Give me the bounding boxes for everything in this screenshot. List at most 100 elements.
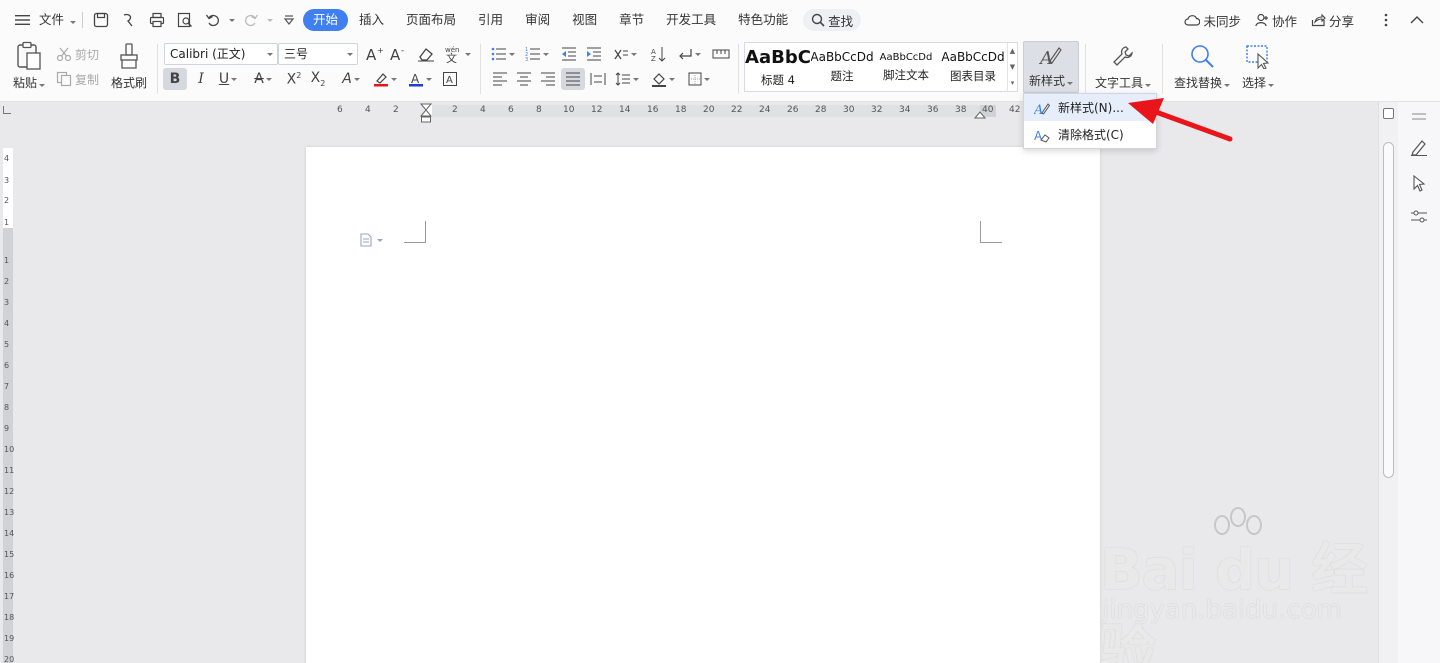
align-right-icon[interactable] [536,68,560,90]
shading-button[interactable] [648,68,678,90]
expand-gallery-icon[interactable]: ▾ [1011,79,1015,87]
line-spacing-button[interactable] [612,68,642,90]
document-page[interactable] [306,147,1100,663]
grow-font-icon[interactable]: A + [362,43,386,65]
clear-format-icon[interactable] [414,43,438,65]
bullets-button[interactable] [488,43,518,65]
style-table-of-figures[interactable]: AaBbCcDd 图表目录 [939,43,1007,91]
format-painter-button[interactable]: 格式刷 [108,40,150,91]
select-button[interactable]: 选择 [1240,40,1276,91]
align-center-icon[interactable] [512,68,536,90]
ruler-tick-label: 3 [4,176,10,185]
tab-stops-icon[interactable] [709,43,733,65]
copy-button[interactable]: 复制 [56,69,99,89]
line-spacing-icon [615,72,630,86]
style-footnote-text[interactable]: AaBbCcDd 脚注文本 [873,43,939,91]
print-icon[interactable] [146,9,168,31]
more-options-icon[interactable] [1375,9,1397,31]
tab-view[interactable]: 视图 [561,9,608,31]
character-border-icon[interactable]: A [438,68,462,90]
crop-mark-top-left [404,221,426,243]
chinese-layout-button[interactable] [610,43,640,65]
increase-indent-icon[interactable] [582,43,606,65]
ruler-tick-label: 22 [731,105,743,115]
style-heading-4[interactable]: AaBbC 标题 4 [745,43,811,91]
justify-icon[interactable] [561,68,585,90]
font-color-button[interactable]: A [405,68,435,90]
subscript-button[interactable]: X2 [306,68,330,90]
share-button[interactable]: 分享 [1311,11,1354,30]
search-box[interactable]: 查找 [803,9,862,31]
text-tools-button[interactable]: 文字工具 [1094,40,1152,91]
tab-selector-icon[interactable] [3,106,11,114]
cut-button[interactable]: 剪切 [56,44,99,64]
split-view-icon[interactable] [1383,108,1394,119]
tab-home[interactable]: 开始 [303,9,349,31]
right-indent-marker-icon[interactable] [974,109,986,119]
hamburger-icon[interactable] [12,9,34,31]
style-caption[interactable]: AaBbCcDd 题注 [811,43,873,91]
tab-references[interactable]: 引用 [467,9,514,31]
font-size-select[interactable]: 三号 [278,43,358,65]
find-replace-button[interactable]: 查找替换 [1172,40,1232,91]
highlight-button[interactable] [370,68,400,90]
ruler-tick-label: 12 [4,487,15,496]
tab-insert[interactable]: 插入 [348,9,395,31]
scrollbar-thumb[interactable] [1383,142,1394,478]
text-effect-button[interactable]: A [336,68,366,90]
tab-page-layout[interactable]: 页面布局 [395,9,467,31]
collaborate-button[interactable]: 协作 [1255,11,1297,30]
scroll-down-icon[interactable]: ▼ [1010,63,1015,71]
indent-marker-icon[interactable] [420,103,432,125]
wps-writer-window: 文件 开始 插入 页面布局 引用 审阅 视图 章节 开发工具 特色功能 查找 未… [0,0,1440,663]
style-gallery-scroll[interactable]: ▲ ▼ ▾ [1007,43,1017,91]
borders-button[interactable] [684,68,714,90]
panel-menu-icon[interactable] [1408,106,1430,128]
style-name: 题注 [830,69,854,83]
bold-button[interactable]: B [163,68,187,90]
ruler-tick-label: 7 [4,382,10,391]
export-icon[interactable] [118,9,140,31]
ruler-tick-label: 11 [4,466,15,475]
tab-chapter[interactable]: 章节 [608,9,655,31]
decrease-indent-icon[interactable] [557,43,581,65]
redo-dropdown-icon[interactable] [267,18,273,22]
ruler-tick-label: 32 [871,105,883,115]
phonetic-guide-icon[interactable]: wén 文 [443,43,471,65]
chevron-down-icon [1268,84,1274,87]
new-style-button[interactable]: A 新样式 [1023,41,1079,93]
search-label: 查找 [828,13,854,29]
select-pointer-icon[interactable] [1408,172,1430,194]
tab-special-features[interactable]: 特色功能 [727,9,799,31]
paragraph-options-button[interactable] [360,233,383,247]
vertical-scrollbar[interactable] [1378,102,1398,663]
collapse-ribbon-icon[interactable] [1406,9,1428,31]
quick-access-customize-icon[interactable] [278,9,300,31]
print-preview-icon[interactable] [174,9,196,31]
scroll-up-icon[interactable]: ▲ [1010,47,1015,55]
show-hide-marks-button[interactable] [674,43,704,65]
superscript-button[interactable]: X2 [282,68,306,90]
tab-review[interactable]: 审阅 [514,9,561,31]
paste-button[interactable]: 粘贴 [10,40,48,91]
vertical-ruler[interactable]: 4 3 2 1 1 2 3 4 5 6 7 8 9 10 11 12 13 14 15 16 17 18 19 20 [0,120,16,663]
distributed-align-icon[interactable] [586,68,610,90]
sort-icon[interactable]: AZ [646,43,670,65]
strikethrough-button[interactable]: A [248,68,278,90]
underline-button[interactable]: U [213,68,243,90]
settings-sliders-icon[interactable] [1408,206,1430,228]
redo-icon[interactable] [240,9,262,31]
undo-icon[interactable] [202,9,224,31]
file-menu[interactable]: 文件 [37,9,78,31]
svg-text:A: A [1034,103,1043,116]
save-icon[interactable] [90,9,112,31]
tab-developer[interactable]: 开发工具 [655,9,727,31]
italic-button[interactable]: I [189,68,213,90]
shrink-font-icon[interactable]: A- [386,43,410,65]
numbering-button[interactable]: 123 [522,43,552,65]
pen-icon[interactable] [1408,136,1430,158]
undo-dropdown-icon[interactable] [229,18,235,22]
sync-status-button[interactable]: 未同步 [1184,11,1241,30]
align-left-icon[interactable] [488,68,512,90]
font-name-select[interactable]: Calibri (正文) [164,43,278,65]
